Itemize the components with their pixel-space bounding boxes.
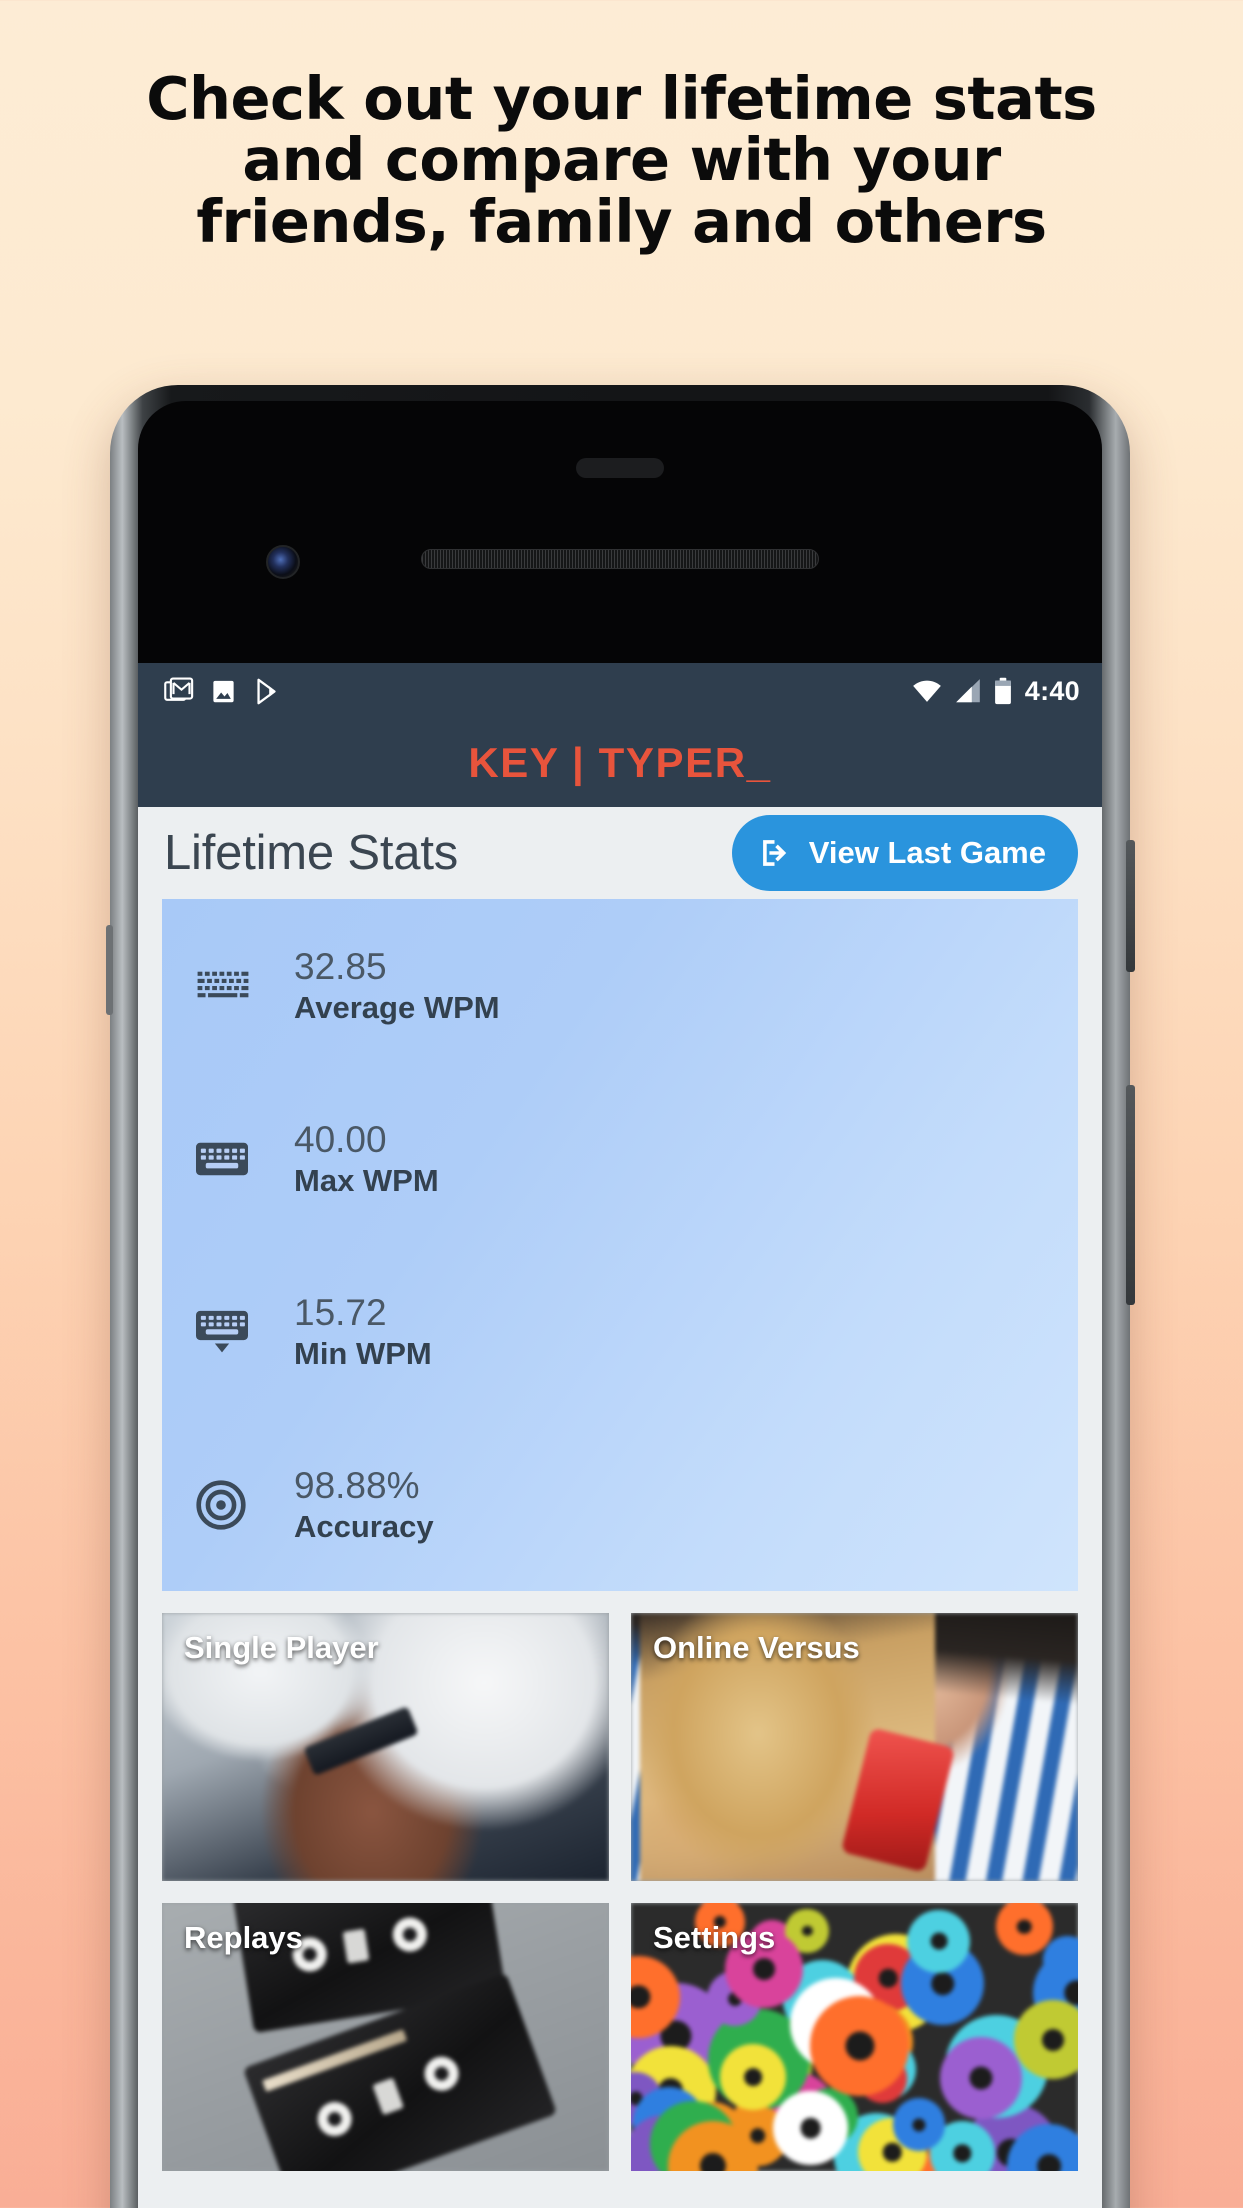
phone-mockup: 4:40 KEY | TYPER_ Lifetime Stats View La… [106,385,1135,2208]
keyboard-dotted-icon [196,965,288,1007]
top-sensor-icon [576,458,664,478]
stat-text: 15.72 Min WPM [288,1291,432,1372]
tile-label: Online Versus [653,1630,860,1665]
headline-line-3: friends, family and others [196,186,1047,256]
stat-label: Average WPM [294,989,500,1025]
keyboard-icon [196,1139,288,1179]
keyboard-hide-icon [196,1309,288,1355]
tile-label: Single Player [184,1630,379,1665]
gear-icon [816,2003,903,2089]
promo-headline: Check out your lifetime stats and compar… [0,68,1243,252]
power-button[interactable] [1126,840,1135,972]
battery-icon [994,677,1012,705]
gear-icon [780,2097,842,2159]
app-bar: KEY | TYPER_ [138,719,1102,807]
stat-label: Min WPM [294,1335,432,1371]
left-side-button[interactable] [106,925,113,1015]
volume-button[interactable] [1126,1085,1135,1305]
tile-label: Replays [184,1920,303,1955]
menu-tiles: Single Player Online Versus Replays Sett… [162,1613,1078,2171]
headline-line-2: and compare with your [242,125,1001,195]
page-title: Lifetime Stats [164,826,459,880]
play-store-icon [253,677,282,706]
gear-icon [946,2043,1015,2112]
gear-icon [727,2050,780,2103]
headline-line-1: Check out your lifetime stats [146,64,1097,133]
stat-label: Accuracy [294,1508,434,1544]
status-bar-system: 4:40 [912,676,1080,707]
tile-online-versus[interactable]: Online Versus [631,1613,1078,1881]
gear-icon [899,2105,939,2144]
stat-label: Max WPM [294,1162,439,1198]
stat-text: 40.00 Max WPM [288,1118,439,1199]
gear-icon [936,2127,988,2171]
stat-text: 98.88% Accuracy [288,1464,434,1545]
stat-value: 40.00 [294,1119,387,1161]
tile-single-player[interactable]: Single Player [162,1613,609,1881]
gmail-icon [164,676,194,706]
page-header: Lifetime Stats View Last Game [138,807,1102,899]
view-last-game-label: View Last Game [808,835,1046,870]
front-camera-icon [266,545,300,579]
stat-value: 15.72 [294,1292,387,1334]
cell-signal-icon [955,678,981,704]
phone-screen-glass: 4:40 KEY | TYPER_ Lifetime Stats View La… [138,401,1102,2208]
tile-replays[interactable]: Replays [162,1903,609,2171]
status-bar-clock: 4:40 [1024,675,1080,706]
stat-value: 32.85 [294,946,387,988]
stat-row: 40.00 Max WPM [162,1072,1078,1245]
stat-row: 15.72 Min WPM [162,1245,1078,1418]
wifi-icon [912,678,942,704]
status-bar-notifications [164,676,282,706]
tile-settings[interactable]: Settings [631,1903,1078,2171]
target-icon [196,1479,288,1530]
earpiece-speaker-icon [421,549,819,569]
tile-label: Settings [653,1920,776,1955]
app-title: KEY | TYPER_ [468,739,772,786]
login-arrow-icon [758,835,794,871]
photos-icon [210,678,237,705]
gear-icon [1020,2007,1078,2072]
stat-row: 32.85 Average WPM [162,899,1078,1072]
gear-icon [1003,1905,1046,1949]
stat-row: 98.88% Accuracy [162,1418,1078,1591]
stat-text: 32.85 Average WPM [288,945,500,1026]
view-last-game-button[interactable]: View Last Game [731,815,1078,891]
gear-icon [914,1916,964,1966]
gear-icon [792,1915,823,1947]
stat-value: 98.88% [294,1465,420,1507]
lifetime-stats-card: 32.85 Average WPM 40.00 Max WPM 15.72 Mi… [162,899,1078,1591]
app-screen: 4:40 KEY | TYPER_ Lifetime Stats View La… [138,663,1102,2208]
status-bar: 4:40 [138,663,1102,719]
